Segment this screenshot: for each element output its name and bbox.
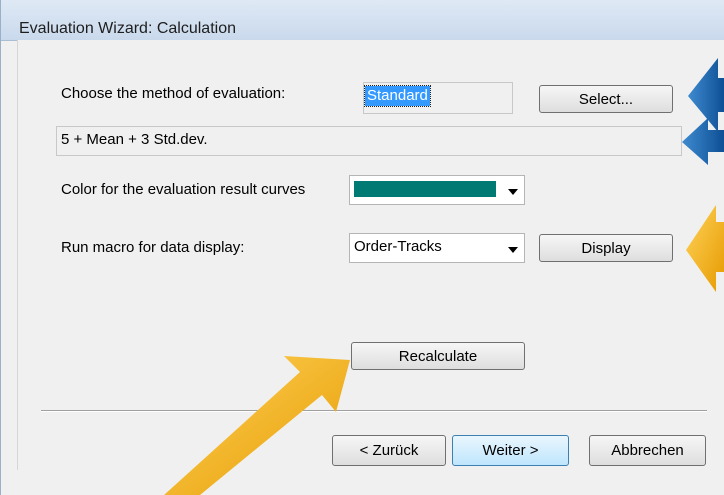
orange-arrow-icon	[686, 205, 724, 292]
annotation-overlay	[164, 58, 724, 495]
orange-arrow-icon	[164, 356, 350, 495]
